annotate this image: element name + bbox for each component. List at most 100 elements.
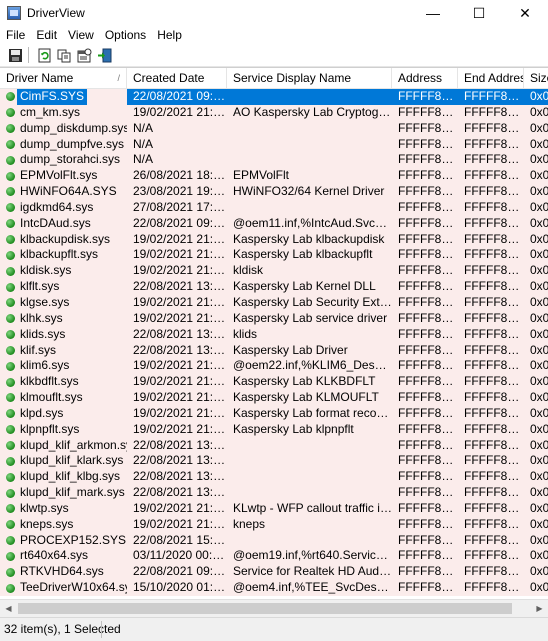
- cell-end-address: FFFFF803`4...: [464, 390, 524, 405]
- table-row[interactable]: igdkmd64.sys 27/08/2021 17:43:20 FFFFF803`…: [0, 199, 548, 216]
- table-row[interactable]: klif.sys 22/08/2021 13:11:03 Kaspersky Lab…: [0, 342, 548, 359]
- cell-created-date: 22/08/2021 15:53:10: [133, 532, 227, 547]
- cell-driver-name: EPMVolFlt.sys: [0, 168, 127, 184]
- horizontal-scrollbar[interactable]: ◀ ▶: [0, 599, 548, 617]
- menu-edit[interactable]: Edit: [30, 28, 62, 42]
- table-row[interactable]: IntcDAud.sys 22/08/2021 09:09:15 @oem11.in…: [0, 215, 548, 232]
- driver-status-icon: [6, 456, 15, 466]
- table-row[interactable]: PROCEXP152.SYS 22/08/2021 15:53:10 FFFFF80…: [0, 532, 548, 549]
- cell-created-date: 22/08/2021 09:09:15: [133, 215, 227, 230]
- table-row[interactable]: klupd_klif_klark.sys 22/08/2021 13:19:11 F…: [0, 453, 548, 470]
- driver-name: IntcDAud.sys: [20, 215, 91, 230]
- table-row[interactable]: klupd_klif_mark.sys 22/08/2021 13:11:25 FF…: [0, 485, 548, 501]
- scroll-left-icon[interactable]: ◀: [0, 600, 17, 617]
- menu-file[interactable]: File: [0, 28, 30, 42]
- table-row[interactable]: klgse.sys 19/02/2021 21:09:02 Kaspersky La…: [0, 294, 548, 311]
- table-row[interactable]: klbackupdisk.sys 19/02/2021 21:08:52 Kaspe…: [0, 231, 548, 248]
- driver-status-icon: [6, 139, 15, 149]
- cell-created-date: 22/08/2021 13:11:03: [133, 279, 227, 294]
- cell-driver-name: klids.sys: [0, 327, 127, 343]
- table-row[interactable]: dump_dumpfve.sys N/A FFFFF803`4... FFFFF803…: [0, 136, 548, 153]
- cell-end-address: FFFFF803`5...: [464, 215, 524, 230]
- cell-created-date: 22/08/2021 09:08:14: [133, 564, 227, 579]
- column-header-service-display-name[interactable]: Service Display Name: [227, 68, 392, 88]
- table-row[interactable]: klmouflt.sys 19/02/2021 21:08:58 Kaspersky…: [0, 390, 548, 406]
- properties-icon[interactable]: [75, 46, 93, 64]
- cell-end-address: FFFFF803`4...: [464, 294, 524, 309]
- menu-options[interactable]: Options: [99, 28, 151, 42]
- table-row[interactable]: klhk.sys 19/02/2021 21:09:02 Kaspersky Lab…: [0, 310, 548, 327]
- cell-address: FFFFF803`5...: [398, 215, 458, 230]
- cell-created-date: 22/08/2021 13:11:29: [133, 469, 227, 484]
- cell-service-display-name: Kaspersky Lab Driver: [233, 342, 348, 357]
- column-header-driver-name[interactable]: Driver Name /: [0, 68, 127, 88]
- table-row[interactable]: klpnpflt.sys 19/02/2021 21:09:00 Kaspersky…: [0, 421, 548, 438]
- save-icon[interactable]: [6, 46, 24, 64]
- cell-size: 0x0: [530, 358, 548, 373]
- table-row[interactable]: kldisk.sys 19/02/2021 21:08:54 kldisk FFFFF…: [0, 263, 548, 280]
- column-header-address[interactable]: Address: [392, 68, 458, 88]
- table-row[interactable]: dump_diskdump.sys N/A FFFFF803`4... FFFFF80…: [0, 120, 548, 137]
- table-row[interactable]: kneps.sys 19/02/2021 21:09:02 kneps FFFFF80…: [0, 516, 548, 533]
- driver-status-icon: [6, 124, 15, 134]
- table-row[interactable]: klim6.sys 19/02/2021 21:08:56 @oem22.inf,%…: [0, 358, 548, 375]
- scroll-right-icon[interactable]: ▶: [531, 600, 548, 617]
- driver-name: igdkmd64.sys: [20, 199, 94, 214]
- driver-list[interactable]: Driver Name / Created Date Service Displ…: [0, 67, 548, 600]
- table-row[interactable]: dump_storahci.sys N/A FFFFF803`4... FFFFF80…: [0, 152, 548, 169]
- maximize-button[interactable]: ☐: [456, 0, 502, 26]
- table-row[interactable]: klupd_klif_klbg.sys 22/08/2021 13:11:29 FF…: [0, 469, 548, 486]
- driver-name: klpnpflt.sys: [20, 421, 80, 436]
- column-header-created-date[interactable]: Created Date: [127, 68, 227, 88]
- cell-end-address: FFFFF803`5...: [464, 532, 524, 547]
- table-row[interactable]: klflt.sys 22/08/2021 13:11:03 Kaspersky La…: [0, 279, 548, 295]
- list-rows: CimFS.SYS 22/08/2021 09:19:46 FFFFF803`4..…: [0, 89, 548, 596]
- title-bar: DriverView — ☐ ✕: [0, 0, 548, 26]
- menu-view[interactable]: View: [62, 28, 99, 42]
- copy-icon[interactable]: [55, 46, 73, 64]
- cell-service-display-name: [227, 137, 392, 153]
- table-row[interactable]: CimFS.SYS 22/08/2021 09:19:46 FFFFF803`4..…: [0, 89, 548, 105]
- table-row[interactable]: cm_km.sys 19/02/2021 21:08:52 AO Kaspersky…: [0, 104, 548, 121]
- table-row[interactable]: klpd.sys 19/02/2021 21:08:58 Kaspersky Lab…: [0, 405, 548, 422]
- scrollbar-thumb[interactable]: [18, 603, 512, 614]
- cell-address: FFFFF803`3...: [398, 469, 458, 484]
- cell-created-date: 23/08/2021 19:52:50: [133, 184, 227, 199]
- cell-address: FFFFF803`5...: [398, 564, 458, 579]
- column-header-end-address[interactable]: End Address: [458, 68, 524, 88]
- table-row[interactable]: TeeDriverW10x64.sys 15/10/2020 01:18:58 @o…: [0, 580, 548, 596]
- driver-name: EPMVolFlt.sys: [20, 168, 98, 183]
- driver-status-icon: [6, 219, 15, 229]
- table-row[interactable]: klbackupflt.sys 19/02/2021 21:08:54 Kasper…: [0, 247, 548, 264]
- cell-driver-name: klbackupflt.sys: [0, 247, 127, 263]
- close-button[interactable]: ✕: [502, 0, 548, 26]
- table-row[interactable]: rt640x64.sys 03/11/2020 00:22:20 @oem19.in…: [0, 548, 548, 565]
- cell-service-display-name: [227, 533, 392, 549]
- table-row[interactable]: klkbdflt.sys 19/02/2021 21:08:58 Kaspersky…: [0, 374, 548, 391]
- table-row[interactable]: RTKVHD64.sys 22/08/2021 09:08:14 Service f…: [0, 564, 548, 581]
- cell-end-address: FFFFF803`4...: [464, 500, 524, 515]
- minimize-button[interactable]: —: [410, 0, 456, 26]
- table-row[interactable]: klupd_klif_arkmon.sys 22/08/2021 13:11:29…: [0, 437, 548, 454]
- cell-size: 0x0: [530, 405, 548, 420]
- cell-created-date: N/A: [133, 120, 154, 135]
- cell-address: FFFFF803`4...: [398, 184, 458, 199]
- refresh-icon[interactable]: [35, 46, 53, 64]
- cell-size: 0x0: [530, 516, 548, 531]
- table-row[interactable]: HWiNFO64A.SYS 23/08/2021 19:52:50 HWiNFO32…: [0, 184, 548, 200]
- cell-size: 0x0: [530, 580, 548, 595]
- cell-service-display-name: Kaspersky Lab klpnpflt: [233, 421, 354, 436]
- cell-driver-name: klkbdflt.sys: [0, 374, 127, 390]
- table-row[interactable]: EPMVolFlt.sys 26/08/2021 18:50:19 EPMVolFl…: [0, 168, 548, 185]
- driver-status-icon: [6, 393, 15, 403]
- menu-help[interactable]: Help: [151, 28, 187, 42]
- driver-name: rt640x64.sys: [20, 548, 89, 563]
- column-header-size[interactable]: Size: [524, 68, 548, 88]
- cell-driver-name: klflt.sys: [0, 279, 127, 295]
- driver-status-icon: [6, 298, 15, 308]
- cell-address: FFFFF803`3...: [398, 453, 458, 468]
- exit-icon[interactable]: [95, 46, 113, 64]
- driver-name: HWiNFO64A.SYS: [20, 184, 117, 199]
- table-row[interactable]: klwtp.sys 19/02/2021 21:09:00 KLwtp - WFP …: [0, 500, 548, 517]
- table-row[interactable]: klids.sys 22/08/2021 13:11:26 klids FFFFF80…: [0, 326, 548, 343]
